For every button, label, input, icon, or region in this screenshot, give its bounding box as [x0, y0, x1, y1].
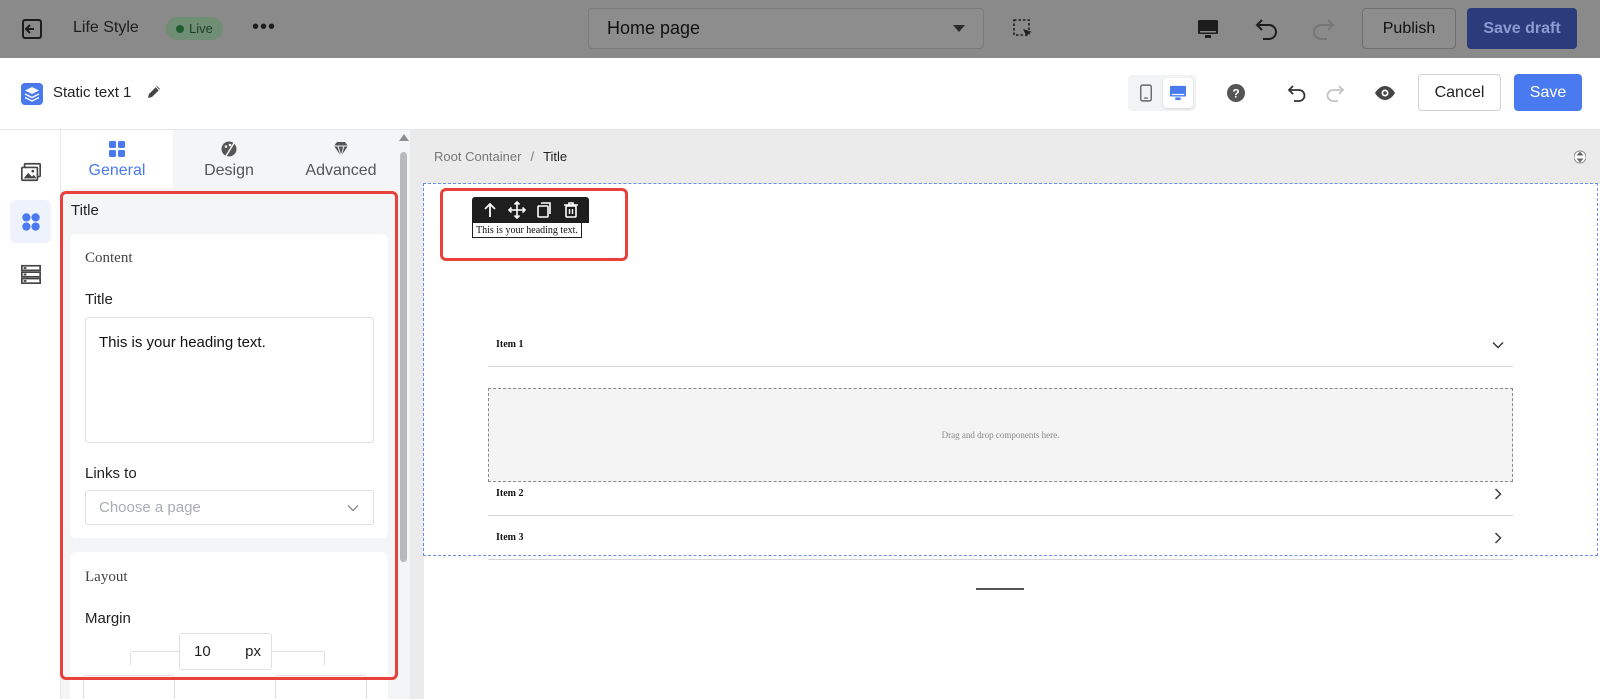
chevron-down-icon — [953, 25, 965, 32]
duplicate-icon[interactable] — [535, 201, 553, 219]
components-rail-button[interactable] — [10, 200, 51, 243]
undo-icon[interactable] — [1286, 82, 1308, 104]
links-to-select[interactable]: Choose a page — [85, 490, 374, 525]
margin-label: Margin — [85, 610, 131, 627]
margin-value: 10 — [194, 643, 211, 660]
grid-icon — [109, 140, 125, 157]
desktop-preview-icon[interactable] — [1196, 17, 1220, 41]
device-toggle — [1128, 75, 1196, 111]
chevron-down-icon — [347, 504, 359, 511]
sort-handle-icon[interactable] — [1573, 147, 1587, 167]
mobile-icon — [1140, 84, 1152, 102]
tab-design[interactable]: Design — [173, 130, 285, 189]
section-title: Title — [71, 202, 99, 219]
preview-eye-icon[interactable] — [1373, 82, 1397, 104]
settings-tabs: General Design Advanced — [61, 130, 397, 189]
save-draft-button[interactable]: Save draft — [1467, 8, 1577, 49]
breadcrumb-separator: / — [530, 149, 535, 164]
selected-heading-text[interactable]: This is your heading text. — [472, 222, 582, 238]
more-options-icon[interactable]: ••• — [252, 16, 276, 39]
accordion-item-label: Item 1 — [496, 339, 524, 350]
pencil-icon[interactable] — [145, 83, 163, 101]
desktop-icon — [1170, 85, 1186, 101]
trash-icon[interactable] — [562, 201, 580, 219]
editor-canvas: Root Container / Title This is your head… — [410, 130, 1600, 699]
scrollbar-thumb[interactable] — [400, 152, 407, 562]
tab-advanced[interactable]: Advanced — [285, 130, 397, 189]
chevron-down-icon — [1492, 341, 1504, 348]
live-status-badge: Live — [166, 17, 223, 40]
accordion-item[interactable]: Item 2 — [488, 472, 1513, 516]
components-icon — [21, 212, 40, 231]
drop-zone[interactable]: Drag and drop components here. — [488, 388, 1513, 482]
divider-handle[interactable] — [976, 588, 1024, 590]
accordion-item-label: Item 2 — [496, 488, 524, 499]
layers-icon — [20, 82, 44, 106]
palette-icon — [221, 141, 237, 156]
layout-card-label: Layout — [85, 569, 128, 585]
redo-icon[interactable] — [1324, 82, 1346, 104]
links-to-label: Links to — [85, 465, 137, 482]
modal-header: Static text 1 ? Cancel Save — [0, 58, 1600, 130]
cancel-button[interactable]: Cancel — [1418, 74, 1501, 111]
content-card: Content Title This is your heading text.… — [70, 234, 388, 538]
arrow-up-icon[interactable] — [481, 201, 499, 219]
left-icon-rail — [0, 130, 61, 699]
chevron-right-icon — [1495, 532, 1502, 543]
margin-left-input[interactable] — [83, 675, 175, 699]
undo-icon[interactable] — [1254, 15, 1280, 41]
chevron-right-icon — [1495, 488, 1502, 499]
title-textarea[interactable]: This is your heading text. — [85, 317, 374, 443]
redo-icon[interactable] — [1310, 15, 1336, 41]
top-app-bar: Life Style Live ••• Home page Publish Sa… — [0, 0, 1600, 58]
exit-icon[interactable] — [20, 17, 44, 41]
mobile-view-button[interactable] — [1131, 78, 1161, 108]
accordion-item-label: Item 3 — [496, 532, 524, 543]
tab-label: Advanced — [305, 161, 377, 179]
page-selector-value: Home page — [607, 18, 701, 38]
component-editor-modal: Static text 1 ? Cancel Save General Desi… — [0, 58, 1600, 699]
margin-right-input[interactable] — [275, 675, 367, 699]
tab-general[interactable]: General — [61, 130, 173, 189]
margin-top-input[interactable]: 10 px — [179, 633, 272, 670]
panel-scrollbar[interactable] — [397, 130, 410, 699]
site-name: Life Style — [73, 19, 139, 36]
live-dot-icon — [176, 24, 184, 33]
breadcrumb-root[interactable]: Root Container — [434, 149, 521, 164]
diamond-icon — [334, 141, 348, 158]
settings-panel: General Design Advanced Title Content Ti… — [61, 130, 397, 699]
accordion-item[interactable]: Item 3 — [488, 516, 1513, 560]
margin-unit: px — [245, 643, 261, 660]
media-rail-button[interactable] — [10, 150, 51, 193]
title-field-label: Title — [85, 291, 113, 308]
publish-button[interactable]: Publish — [1362, 8, 1456, 49]
tab-label: Design — [204, 161, 254, 179]
links-to-placeholder: Choose a page — [99, 499, 201, 516]
element-toolbar — [472, 197, 589, 223]
component-name: Static text 1 — [53, 84, 132, 101]
page-selector[interactable]: Home page — [588, 8, 984, 49]
accordion-item[interactable]: Item 1 — [488, 323, 1513, 367]
save-button[interactable]: Save — [1514, 74, 1582, 111]
tab-label: General — [88, 161, 146, 179]
list-layout-icon — [20, 264, 41, 284]
content-card-label: Content — [85, 250, 133, 266]
breadcrumb-current: Title — [543, 149, 568, 164]
svg-text:?: ? — [1232, 87, 1239, 101]
desktop-view-button[interactable] — [1163, 78, 1193, 108]
breadcrumb: Root Container / Title — [434, 149, 567, 164]
help-icon[interactable]: ? — [1225, 82, 1247, 104]
move-icon[interactable] — [507, 201, 526, 219]
select-element-icon[interactable] — [1012, 18, 1034, 40]
scroll-up-icon[interactable] — [399, 134, 409, 141]
image-gallery-icon — [20, 162, 41, 181]
live-badge-label: Live — [189, 21, 213, 36]
sections-rail-button[interactable] — [10, 252, 51, 295]
